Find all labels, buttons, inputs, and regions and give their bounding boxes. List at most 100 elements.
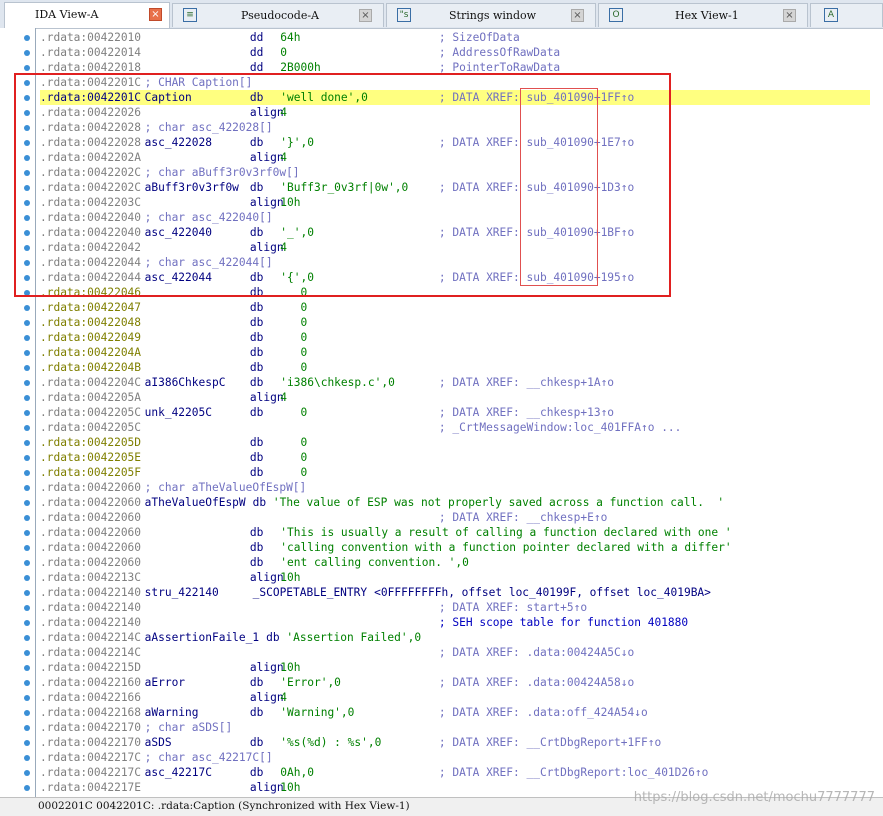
line-mnemonic: align (249, 571, 284, 584)
listing-line[interactable]: .rdata:00422166 align 4 (40, 690, 870, 705)
breakpoint-dot-icon[interactable] (24, 740, 30, 746)
close-icon[interactable]: × (783, 9, 796, 22)
breakpoint-dot-icon[interactable] (24, 485, 30, 491)
line-address: .rdata:00422140 (40, 586, 142, 599)
breakpoint-dot-icon[interactable] (24, 665, 30, 671)
breakpoint-dot-icon[interactable] (24, 440, 30, 446)
breakpoint-dot-icon[interactable] (24, 605, 30, 611)
listing-line[interactable]: .rdata:00422168 aWarning db 'Warning',0 ; DA… (40, 705, 870, 720)
tab-pseudocode-a[interactable]: ≡ Pseudocode-A × (172, 3, 384, 27)
listing-line[interactable]: .rdata:0042205C ; _CrtMessageWindow:loc_4… (40, 420, 870, 435)
breakpoint-dot-icon[interactable] (24, 725, 30, 731)
listing-line[interactable]: .rdata:00422160 aError db 'Error',0 ; DATA X… (40, 675, 870, 690)
line-address: .rdata:0042204B (40, 361, 142, 374)
breakpoint-dot-icon[interactable] (24, 335, 30, 341)
listing-line[interactable]: .rdata:0042213C align 10h (40, 570, 870, 585)
line-operand: 0Ah,0 (280, 766, 314, 779)
breakpoint-dot-icon[interactable] (24, 410, 30, 416)
listing-line[interactable]: .rdata:0042205C unk_42205C db 0 ; DATA XREF… (40, 405, 870, 420)
breakpoint-dot-icon[interactable] (24, 320, 30, 326)
line-operand: <0FFFFFFFFh, offset loc_40199F, offset l… (374, 586, 711, 599)
breakpoint-dot-icon[interactable] (24, 680, 30, 686)
listing-line[interactable]: .rdata:0042204A db 0 (40, 345, 870, 360)
line-label[interactable]: aTheValueOfEspW (145, 495, 246, 510)
close-icon[interactable]: × (149, 8, 162, 21)
line-mnemonic: db (249, 376, 264, 389)
line-label[interactable]: aSDS (145, 735, 172, 750)
breakpoint-dot-icon[interactable] (24, 515, 30, 521)
listing-line[interactable]: .rdata:00422060 aTheValueOfEspW db 'The val… (40, 495, 870, 510)
listing-line[interactable]: .rdata:00422140 stru_422140 _SCOPETABLE_EN… (40, 585, 870, 600)
listing-line[interactable]: .rdata:00422060 db 'This is usually a resu… (40, 525, 870, 540)
breakpoint-dot-icon[interactable] (24, 635, 30, 641)
listing-line[interactable]: .rdata:00422140 ; SEH scope table for fun… (40, 615, 870, 630)
breakpoint-dot-icon[interactable] (24, 560, 30, 566)
listing-line[interactable]: .rdata:0042205E db 0 (40, 450, 870, 465)
line-operand: 'i386\chkesp.c',0 (280, 376, 395, 389)
listing-line[interactable]: .rdata:00422047 db 0 (40, 300, 870, 315)
line-mnemonic: db (249, 676, 264, 689)
line-label[interactable]: aAssertionFaile_1 (145, 630, 260, 645)
line-mnemonic: _SCOPETABLE_ENTRY (252, 586, 368, 599)
line-address: .rdata:0042213C (40, 571, 142, 584)
breakpoint-dot-icon[interactable] (24, 470, 30, 476)
breakpoint-dot-icon[interactable] (24, 770, 30, 776)
breakpoint-dot-icon[interactable] (24, 785, 30, 791)
line-comment: ; SizeOfData (438, 31, 520, 44)
listing-line[interactable]: .rdata:0042217C; char asc_42217C[] (40, 750, 870, 765)
listing-line[interactable]: .rdata:00422048 db 0 (40, 315, 870, 330)
listing-line[interactable]: .rdata:0042205A align 4 (40, 390, 870, 405)
line-label[interactable]: asc_42217C (145, 765, 212, 780)
breakpoint-dot-icon[interactable] (24, 395, 30, 401)
listing-line[interactable]: .rdata:0042205F db 0 (40, 465, 870, 480)
line-operand: 0 (280, 466, 308, 479)
tab-ida-view-a[interactable]: IDA View-A × (4, 2, 170, 28)
breakpoint-dot-icon[interactable] (24, 650, 30, 656)
breakpoint-dot-icon[interactable] (24, 305, 30, 311)
listing-line[interactable]: .rdata:0042214C aAssertionFaile_1 db 'Asser… (40, 630, 870, 645)
tab-hex-view-1[interactable]: O Hex View-1 × (598, 3, 808, 27)
listing-line[interactable]: .rdata:00422060 db 'ent calling convention… (40, 555, 870, 570)
breakpoint-dot-icon[interactable] (24, 575, 30, 581)
line-label[interactable]: aWarning (145, 705, 199, 720)
listing-line[interactable]: .rdata:00422060; char aTheValueOfEspW[] (40, 480, 870, 495)
line-label[interactable]: stru_422140 (145, 585, 219, 600)
breakpoint-dot-icon[interactable] (24, 380, 30, 386)
breakpoint-dot-icon[interactable] (24, 35, 30, 41)
listing-line[interactable]: .rdata:00422060 ; DATA XREF: __chkesp+E↑o (40, 510, 870, 525)
breakpoint-dot-icon[interactable] (24, 530, 30, 536)
breakpoint-dot-icon[interactable] (24, 50, 30, 56)
breakpoint-dot-icon[interactable] (24, 365, 30, 371)
breakpoint-dot-icon[interactable] (24, 65, 30, 71)
listing-line[interactable]: .rdata:00422140 ; DATA XREF: start+5↑o (40, 600, 870, 615)
listing-line[interactable]: .rdata:0042204C aI386ChkespC db 'i386\chkes… (40, 375, 870, 390)
breakpoint-dot-icon[interactable] (24, 500, 30, 506)
listing-line[interactable]: .rdata:0042204B db 0 (40, 360, 870, 375)
line-label[interactable]: aError (145, 675, 185, 690)
listing-line[interactable]: .rdata:00422049 db 0 (40, 330, 870, 345)
breakpoint-dot-icon[interactable] (24, 425, 30, 431)
tab-strings-window[interactable]: "s Strings window × (386, 3, 596, 27)
line-label[interactable]: aI386ChkespC (145, 375, 226, 390)
breakpoint-dot-icon[interactable] (24, 350, 30, 356)
listing-line[interactable]: .rdata:0042214C ; DATA XREF: .data:00424A… (40, 645, 870, 660)
listing-line[interactable]: .rdata:00422014 dd 0 ; AddressOfRawData (40, 45, 870, 60)
listing-line[interactable]: .rdata:0042205D db 0 (40, 435, 870, 450)
breakpoint-dot-icon[interactable] (24, 590, 30, 596)
listing-line[interactable]: .rdata:00422010 dd 64h ; SizeOfData (40, 30, 870, 45)
breakpoint-dot-icon[interactable] (24, 710, 30, 716)
breakpoint-dot-icon[interactable] (24, 695, 30, 701)
breakpoint-dot-icon[interactable] (24, 545, 30, 551)
listing-line[interactable]: .rdata:00422170; char aSDS[] (40, 720, 870, 735)
breakpoint-dot-icon[interactable] (24, 755, 30, 761)
breakpoint-dot-icon[interactable] (24, 455, 30, 461)
close-icon[interactable]: × (359, 9, 372, 22)
listing-line[interactable]: .rdata:0042215D align 10h (40, 660, 870, 675)
close-icon[interactable]: × (571, 9, 584, 22)
listing-line[interactable]: .rdata:00422060 db 'calling convention wit… (40, 540, 870, 555)
tab-structures[interactable]: A (810, 3, 883, 27)
listing-line[interactable]: .rdata:00422170 aSDS db '%s(%d) : %s',0 ; DA… (40, 735, 870, 750)
line-label[interactable]: unk_42205C (145, 405, 212, 420)
listing-line[interactable]: .rdata:0042217C asc_42217C db 0Ah,0 ; DATA X… (40, 765, 870, 780)
breakpoint-dot-icon[interactable] (24, 620, 30, 626)
